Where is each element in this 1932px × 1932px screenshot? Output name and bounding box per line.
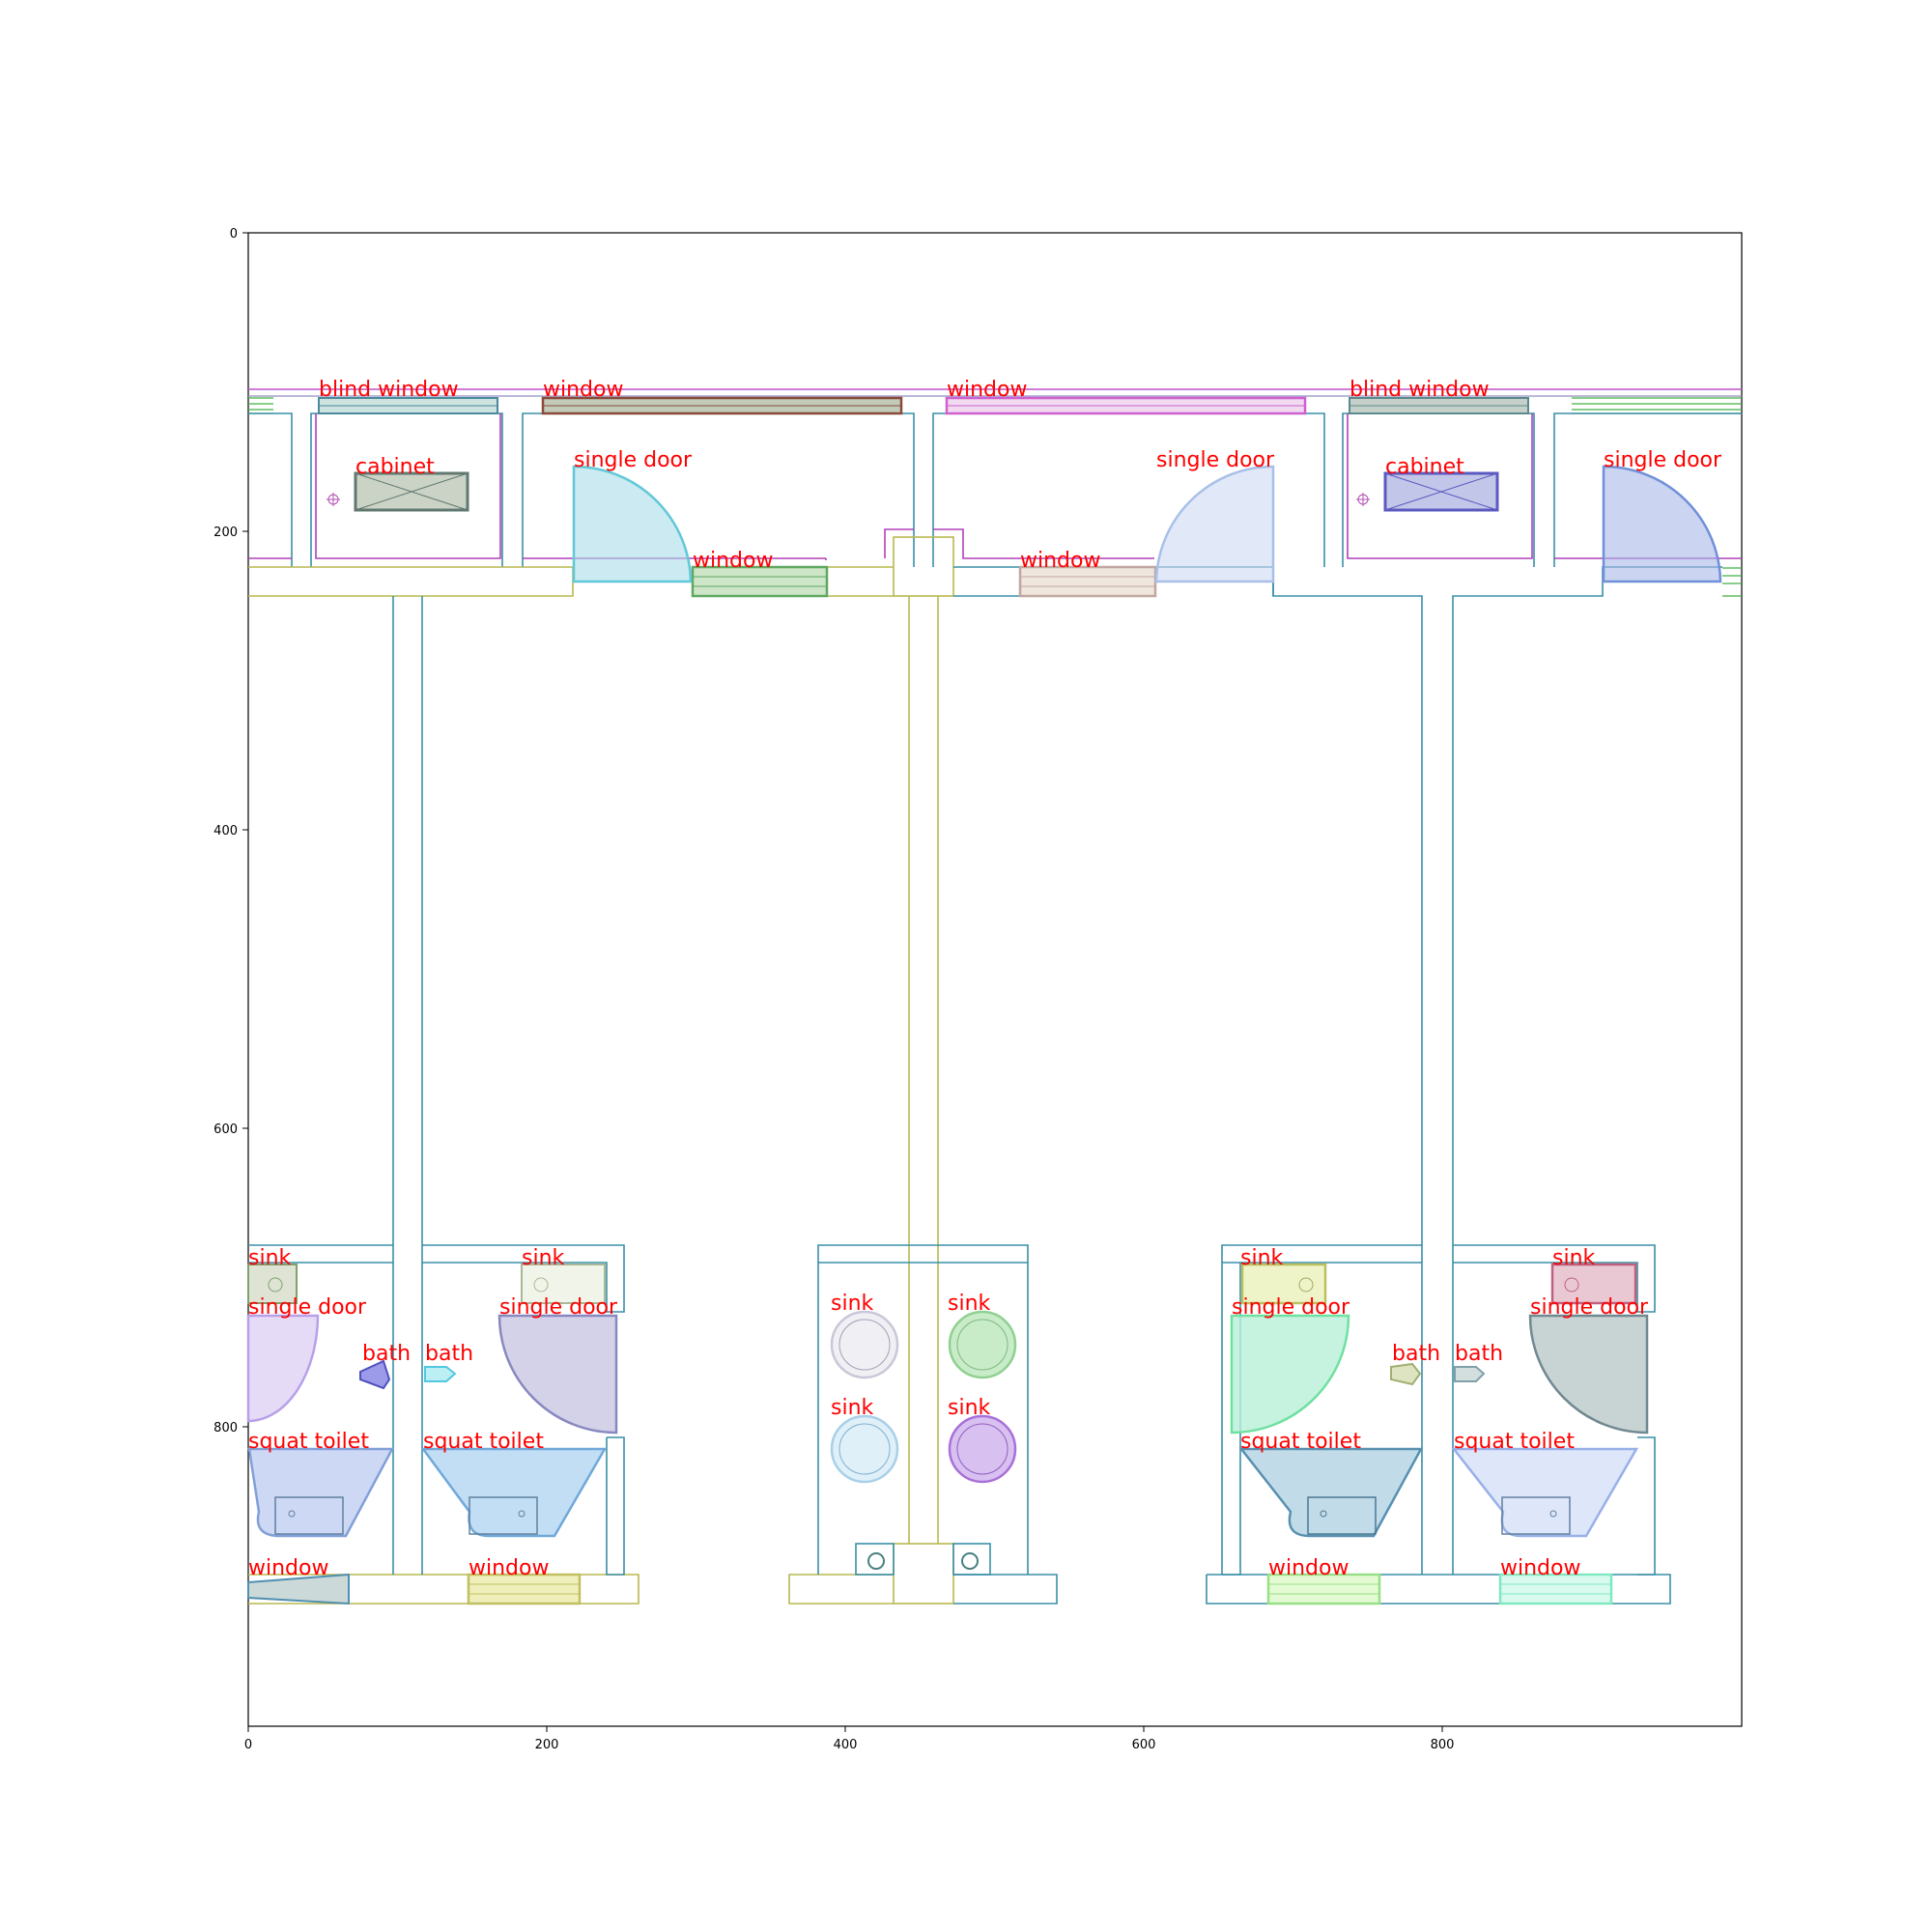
label-sink: sink <box>1240 1246 1284 1270</box>
label-single-door: single door <box>1530 1295 1649 1320</box>
label-bath: bath <box>1455 1342 1503 1366</box>
x-tick-label: 0 <box>244 1738 252 1752</box>
x-axis: 0 200 400 600 800 <box>244 1726 1455 1752</box>
y-axis: 0 200 400 600 800 <box>213 227 248 1435</box>
label-squat-toilet: squat toilet <box>248 1430 369 1454</box>
x-tick-label: 600 <box>1132 1738 1156 1752</box>
label-cabinet: cabinet <box>1385 455 1464 479</box>
y-tick-label: 400 <box>213 824 238 838</box>
label-window: window <box>469 1556 549 1580</box>
label-squat-toilet: squat toilet <box>423 1430 544 1454</box>
sink-center-4 <box>948 1414 1017 1484</box>
label-single-door: single door <box>1604 448 1722 472</box>
label-sink: sink <box>1552 1246 1596 1270</box>
label-single-door: single door <box>499 1295 618 1320</box>
x-tick-label: 200 <box>535 1738 559 1752</box>
bath-4 <box>1454 1366 1486 1382</box>
label-blind-window: blind window <box>1350 378 1490 402</box>
label-window: window <box>1268 1556 1349 1580</box>
sink-center-3 <box>830 1414 899 1484</box>
label-sink: sink <box>831 1292 874 1316</box>
label-bath: bath <box>425 1342 473 1366</box>
label-single-door: single door <box>574 448 693 472</box>
floorplan-figure: 0 200 400 600 800 0 200 400 600 800 blin… <box>213 227 1743 1752</box>
y-tick-label: 200 <box>213 526 238 540</box>
label-single-door: single door <box>1156 448 1275 472</box>
sink-center-1 <box>830 1310 899 1379</box>
label-single-door: single door <box>248 1295 367 1320</box>
label-squat-toilet: squat toilet <box>1240 1430 1361 1454</box>
sink-center-2 <box>948 1310 1017 1379</box>
label-window: window <box>947 378 1027 402</box>
label-window: window <box>1020 549 1100 573</box>
label-squat-toilet: squat toilet <box>1454 1430 1575 1454</box>
x-tick-label: 400 <box>834 1738 858 1752</box>
label-bath: bath <box>362 1342 411 1366</box>
label-window: window <box>693 549 773 573</box>
y-tick-label: 600 <box>213 1122 238 1137</box>
y-tick-label: 800 <box>213 1421 238 1435</box>
bath-3 <box>1390 1362 1422 1386</box>
label-sink: sink <box>948 1396 991 1420</box>
x-tick-label: 800 <box>1431 1738 1455 1752</box>
label-sink: sink <box>522 1246 565 1270</box>
label-sink: sink <box>831 1396 874 1420</box>
label-single-door: single door <box>1232 1295 1350 1320</box>
label-sink: sink <box>948 1292 991 1316</box>
label-window: window <box>1500 1556 1580 1580</box>
label-window: window <box>543 378 623 402</box>
y-tick-label: 0 <box>230 227 238 242</box>
label-cabinet: cabinet <box>355 455 435 479</box>
label-window: window <box>248 1556 328 1580</box>
label-sink: sink <box>248 1246 292 1270</box>
label-blind-window: blind window <box>319 378 459 402</box>
label-bath: bath <box>1392 1342 1440 1366</box>
